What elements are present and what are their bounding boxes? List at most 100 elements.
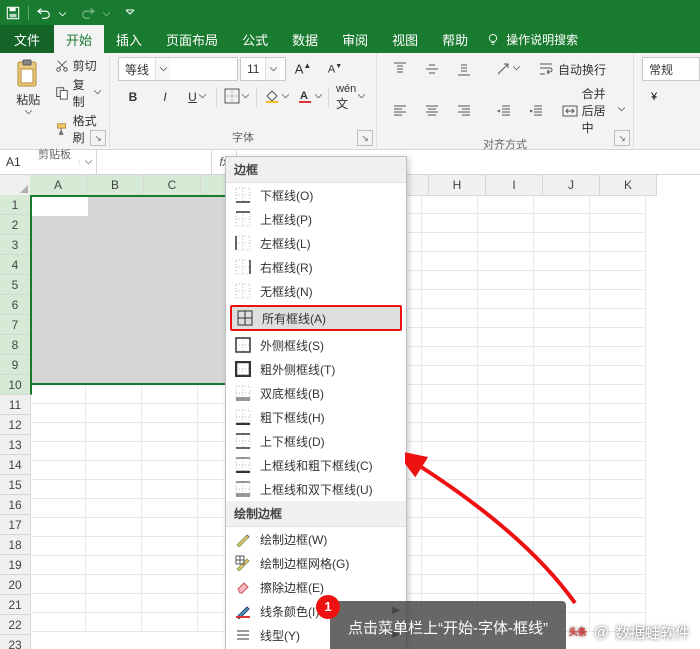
cell[interactable] bbox=[478, 423, 534, 442]
tell-me-search[interactable]: 操作说明搜索 bbox=[486, 25, 578, 53]
tab-formula[interactable]: 公式 bbox=[230, 25, 280, 53]
cell[interactable] bbox=[534, 214, 590, 233]
cell[interactable] bbox=[142, 613, 198, 632]
align-right-button[interactable] bbox=[449, 99, 479, 123]
row-header[interactable]: 11 bbox=[0, 395, 31, 415]
cell[interactable] bbox=[30, 385, 86, 404]
cell[interactable] bbox=[478, 271, 534, 290]
row-header[interactable]: 23 bbox=[0, 635, 31, 649]
cell[interactable] bbox=[422, 347, 478, 366]
borders-button[interactable] bbox=[221, 85, 252, 109]
cell[interactable] bbox=[590, 328, 646, 347]
align-center-button[interactable] bbox=[417, 99, 447, 123]
column-header[interactable]: B bbox=[87, 175, 144, 197]
copy-button[interactable]: 复制 bbox=[55, 76, 101, 110]
row-header[interactable]: 7 bbox=[0, 315, 32, 335]
cell[interactable] bbox=[86, 480, 142, 499]
cell[interactable] bbox=[590, 385, 646, 404]
undo-icon[interactable] bbox=[37, 6, 51, 20]
cell[interactable] bbox=[142, 442, 198, 461]
cell[interactable] bbox=[590, 290, 646, 309]
cell[interactable] bbox=[422, 575, 478, 594]
cell[interactable] bbox=[478, 499, 534, 518]
cell[interactable] bbox=[422, 499, 478, 518]
cell[interactable] bbox=[142, 499, 198, 518]
cell[interactable] bbox=[86, 423, 142, 442]
cell[interactable] bbox=[534, 328, 590, 347]
row-header[interactable]: 14 bbox=[0, 455, 31, 475]
chevron-down-icon[interactable] bbox=[265, 58, 280, 80]
merge-center-button[interactable]: 合并后居中 bbox=[562, 85, 625, 136]
cell[interactable] bbox=[590, 461, 646, 480]
cell[interactable] bbox=[478, 309, 534, 328]
cell[interactable] bbox=[422, 423, 478, 442]
align-middle-button[interactable] bbox=[417, 57, 447, 81]
row-header[interactable]: 21 bbox=[0, 595, 31, 615]
cell[interactable] bbox=[142, 480, 198, 499]
cell[interactable] bbox=[86, 537, 142, 556]
row-header[interactable]: 22 bbox=[0, 615, 31, 635]
cell[interactable] bbox=[478, 575, 534, 594]
cell[interactable] bbox=[422, 461, 478, 480]
cell[interactable] bbox=[86, 594, 142, 613]
menu-item-double-bottom-border[interactable]: 双底框线(B) bbox=[226, 381, 406, 405]
menu-item-bottom-border[interactable]: 下框线(O) bbox=[226, 183, 406, 207]
menu-item-draw-grid[interactable]: 绘制边框网格(G) bbox=[226, 551, 406, 575]
save-icon[interactable] bbox=[6, 6, 20, 20]
cell[interactable] bbox=[534, 518, 590, 537]
cell[interactable] bbox=[478, 252, 534, 271]
tab-home[interactable]: 开始 bbox=[54, 25, 104, 53]
menu-item-top-border[interactable]: 上框线(P) bbox=[226, 207, 406, 231]
cell[interactable] bbox=[422, 195, 478, 214]
cell[interactable] bbox=[534, 271, 590, 290]
redo-dropdown-icon[interactable] bbox=[103, 6, 117, 20]
cell[interactable] bbox=[534, 423, 590, 442]
cell[interactable] bbox=[478, 518, 534, 537]
cell[interactable] bbox=[534, 404, 590, 423]
row-header[interactable]: 3 bbox=[0, 235, 32, 255]
column-header[interactable]: K bbox=[600, 175, 657, 196]
menu-item-none-border[interactable]: 无框线(N) bbox=[226, 279, 406, 303]
cell[interactable] bbox=[478, 385, 534, 404]
menu-item-erase[interactable]: 擦除边框(E) bbox=[226, 575, 406, 599]
bold-button[interactable]: B bbox=[118, 85, 148, 109]
cell[interactable] bbox=[422, 233, 478, 252]
cell[interactable] bbox=[86, 442, 142, 461]
cell[interactable] bbox=[478, 442, 534, 461]
column-header[interactable]: A bbox=[30, 175, 87, 197]
cell[interactable] bbox=[422, 271, 478, 290]
wrap-text-button[interactable]: 自动换行 bbox=[538, 61, 606, 78]
cell[interactable] bbox=[478, 233, 534, 252]
cell[interactable] bbox=[590, 594, 646, 613]
cell[interactable] bbox=[534, 537, 590, 556]
row-header[interactable]: 20 bbox=[0, 575, 31, 595]
cell[interactable] bbox=[30, 594, 86, 613]
cell[interactable] bbox=[478, 461, 534, 480]
cell[interactable] bbox=[142, 518, 198, 537]
font-dialog-launcher[interactable]: ↘ bbox=[357, 130, 373, 146]
cell[interactable] bbox=[590, 442, 646, 461]
cell[interactable] bbox=[478, 537, 534, 556]
align-left-button[interactable] bbox=[385, 99, 415, 123]
cell[interactable] bbox=[142, 575, 198, 594]
menu-item-top-thick-bottom-border[interactable]: 上框线和粗下框线(C) bbox=[226, 453, 406, 477]
chevron-down-icon[interactable] bbox=[155, 58, 170, 80]
shrink-font-button[interactable]: A▼ bbox=[320, 57, 350, 81]
menu-item-top-bottom-border[interactable]: 上下框线(D) bbox=[226, 429, 406, 453]
cell[interactable] bbox=[142, 461, 198, 480]
cell[interactable] bbox=[590, 404, 646, 423]
row-header[interactable]: 18 bbox=[0, 535, 31, 555]
cell[interactable] bbox=[142, 594, 198, 613]
cell[interactable] bbox=[534, 499, 590, 518]
cell[interactable] bbox=[590, 423, 646, 442]
cell[interactable] bbox=[422, 442, 478, 461]
cell[interactable] bbox=[478, 404, 534, 423]
menu-item-right-border[interactable]: 右框线(R) bbox=[226, 255, 406, 279]
cell[interactable] bbox=[534, 556, 590, 575]
phonetic-guide-button[interactable]: wén文 bbox=[333, 85, 368, 109]
column-header[interactable]: C bbox=[144, 175, 201, 197]
cell[interactable] bbox=[30, 518, 86, 537]
cell[interactable] bbox=[478, 328, 534, 347]
cell[interactable] bbox=[590, 575, 646, 594]
row-header[interactable]: 9 bbox=[0, 355, 32, 375]
